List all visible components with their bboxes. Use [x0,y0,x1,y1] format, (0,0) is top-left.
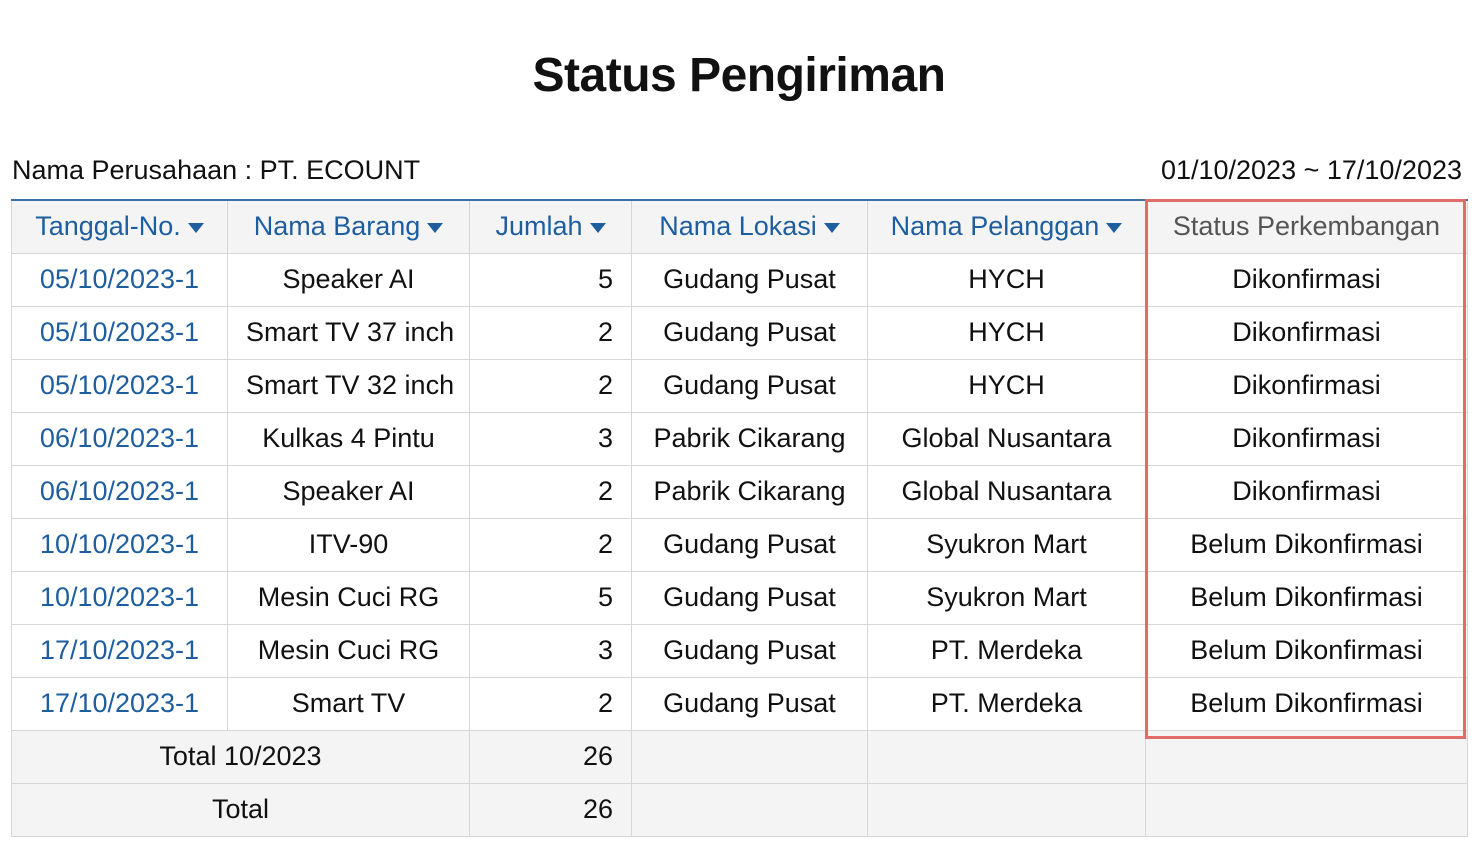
quantity-cell: 2 [469,517,632,572]
status-cell: Belum Dikonfirmasi [1145,676,1468,731]
item-name-cell: Smart TV [227,676,470,731]
table-row: 05/10/2023-1 Speaker AI 5 Gudang Pusat H… [11,252,1468,307]
date-number-link[interactable]: 05/10/2023-1 [11,358,228,413]
column-header-quantity[interactable]: Jumlah [469,199,632,254]
caret-down-icon [1106,223,1123,234]
date-number-link[interactable]: 10/10/2023-1 [11,517,228,572]
customer-cell: HYCH [867,252,1146,307]
quantity-cell: 3 [469,623,632,678]
subtotal-label: Total 10/2023 [11,729,470,784]
status-cell: Dikonfirmasi [1145,305,1468,360]
empty-total-cell [631,729,868,784]
item-name-cell: Smart TV 37 inch [227,305,470,360]
location-cell: Gudang Pusat [631,252,868,307]
location-cell: Gudang Pusat [631,358,868,413]
company-name: Nama Perusahaan : PT. ECOUNT [12,154,421,185]
quantity-cell: 2 [469,305,632,360]
item-name-cell: Speaker AI [227,252,470,307]
item-name-cell: Kulkas 4 Pintu [227,411,470,466]
caret-down-icon [427,223,444,234]
grand-total-label: Total [11,782,470,837]
status-cell: Dikonfirmasi [1145,358,1468,413]
quantity-cell: 2 [469,464,632,519]
quantity-cell: 5 [469,570,632,625]
status-cell: Belum Dikonfirmasi [1145,517,1468,572]
caret-down-icon [589,223,606,234]
quantity-cell: 2 [469,676,632,731]
customer-cell: HYCH [867,305,1146,360]
table-row: 05/10/2023-1 Smart TV 32 inch 2 Gudang P… [11,358,1468,413]
caret-down-icon [187,223,204,234]
item-name-cell: Smart TV 32 inch [227,358,470,413]
item-name-cell: Mesin Cuci RG [227,623,470,678]
item-name-cell: Mesin Cuci RG [227,570,470,625]
empty-total-cell [867,729,1146,784]
status-cell: Belum Dikonfirmasi [1145,623,1468,678]
column-header-date[interactable]: Tanggal-No. [11,199,228,254]
date-range: 01/10/2023 ~ 17/10/2023 [1160,154,1462,185]
customer-cell: Global Nusantara [867,411,1146,466]
table-row: 17/10/2023-1 Mesin Cuci RG 3 Gudang Pusa… [11,623,1468,678]
subtotal-quantity: 26 [469,729,632,784]
status-cell: Dikonfirmasi [1145,464,1468,519]
location-cell: Pabrik Cikarang [631,411,868,466]
status-cell: Belum Dikonfirmasi [1145,570,1468,625]
customer-cell: Global Nusantara [867,464,1146,519]
date-number-link[interactable]: 05/10/2023-1 [11,305,228,360]
column-header-location[interactable]: Nama Lokasi [631,199,868,254]
table-row: 06/10/2023-1 Speaker AI 2 Pabrik Cikaran… [11,464,1468,519]
report-meta: Nama Perusahaan : PT. ECOUNT 01/10/2023 … [12,150,1462,190]
caret-down-icon [823,223,840,234]
shipment-status-table: Tanggal-No. Nama Barang Jumlah Nama Loka… [11,199,1468,837]
date-number-link[interactable]: 17/10/2023-1 [11,623,228,678]
status-cell: Dikonfirmasi [1145,252,1468,307]
item-name-cell: ITV-90 [227,517,470,572]
empty-total-cell [1145,729,1468,784]
item-name-cell: Speaker AI [227,464,470,519]
date-number-link[interactable]: 10/10/2023-1 [11,570,228,625]
table-row: 17/10/2023-1 Smart TV 2 Gudang Pusat PT.… [11,676,1468,731]
table-row: 05/10/2023-1 Smart TV 37 inch 2 Gudang P… [11,305,1468,360]
subtotal-row: Total 10/2023 26 [11,729,1468,784]
customer-cell: HYCH [867,358,1146,413]
column-header-item[interactable]: Nama Barang [227,199,470,254]
location-cell: Gudang Pusat [631,305,868,360]
quantity-cell: 3 [469,411,632,466]
table-row: 06/10/2023-1 Kulkas 4 Pintu 3 Pabrik Cik… [11,411,1468,466]
table-row: 10/10/2023-1 ITV-90 2 Gudang Pusat Syukr… [11,517,1468,572]
status-pengiriman-report: Status Pengiriman Nama Perusahaan : PT. … [0,0,1478,858]
date-number-link[interactable]: 06/10/2023-1 [11,411,228,466]
quantity-cell: 5 [469,252,632,307]
table-header-row: Tanggal-No. Nama Barang Jumlah Nama Loka… [11,199,1468,254]
grand-total-quantity: 26 [469,782,632,837]
empty-total-cell [1145,782,1468,837]
column-header-status: Status Perkembangan [1145,199,1468,254]
location-cell: Gudang Pusat [631,570,868,625]
customer-cell: Syukron Mart [867,570,1146,625]
date-number-link[interactable]: 05/10/2023-1 [11,252,228,307]
date-number-link[interactable]: 17/10/2023-1 [11,676,228,731]
column-header-customer[interactable]: Nama Pelanggan [867,199,1146,254]
location-cell: Gudang Pusat [631,676,868,731]
customer-cell: Syukron Mart [867,517,1146,572]
page-title: Status Pengiriman [532,49,946,102]
table-row: 10/10/2023-1 Mesin Cuci RG 5 Gudang Pusa… [11,570,1468,625]
status-cell: Dikonfirmasi [1145,411,1468,466]
empty-total-cell [631,782,868,837]
location-cell: Gudang Pusat [631,517,868,572]
customer-cell: PT. Merdeka [867,623,1146,678]
quantity-cell: 2 [469,358,632,413]
location-cell: Gudang Pusat [631,623,868,678]
date-number-link[interactable]: 06/10/2023-1 [11,464,228,519]
empty-total-cell [867,782,1146,837]
location-cell: Pabrik Cikarang [631,464,868,519]
grand-total-row: Total 26 [11,782,1468,837]
customer-cell: PT. Merdeka [867,676,1146,731]
